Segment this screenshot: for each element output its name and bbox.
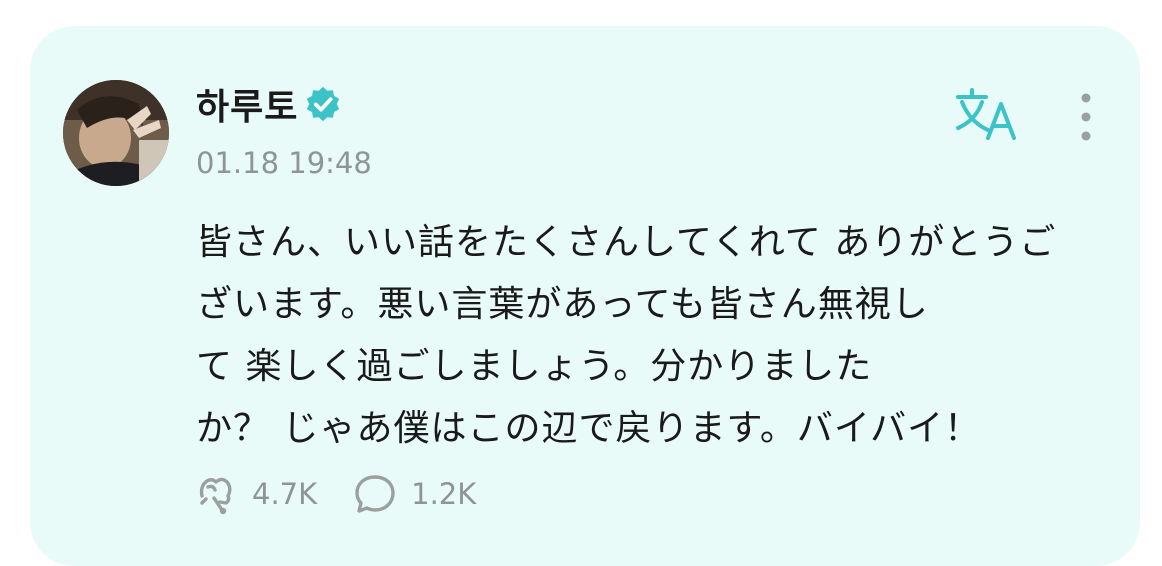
more-vertical-icon[interactable]: [1074, 92, 1098, 142]
comment-count: 1.2K: [411, 477, 477, 511]
like-icon: [199, 477, 232, 515]
author-row: 하루토: [196, 78, 342, 130]
post-text: 皆さん、いい話をたくさんしてくれて ありがとうご ざいます。悪い言葉があっても皆…: [196, 212, 1096, 460]
post-text-line: て 楽しく過ごしましょう。分かりました: [196, 346, 873, 387]
author-name[interactable]: 하루토: [196, 78, 298, 130]
post-text-line: ざいます。悪い言葉があっても皆さん無視し: [196, 284, 929, 325]
post-text-line: か？ じゃあ僕はこの辺で戻ります。バイバイ！: [196, 408, 982, 449]
avatar-image: [63, 80, 169, 186]
verified-badge-icon: [307, 86, 340, 122]
avatar[interactable]: [63, 80, 169, 186]
post-actions: 4.7K 1.2K: [194, 472, 476, 516]
comment-button[interactable]: 1.2K: [353, 472, 476, 516]
comment-bubble-icon: [355, 475, 395, 513]
translate-icon[interactable]: [954, 88, 1020, 142]
post-timestamp: 01.18 19:48: [196, 146, 372, 180]
like-count: 4.7K: [252, 477, 318, 511]
post-text-line: 皆さん、いい話をたくさんしてくれて ありがとうご: [196, 222, 1057, 263]
post-card: 하루토 01.18 19:48 皆さん、いい話をたくさんしてくれて ありがとうご…: [30, 26, 1140, 566]
like-button[interactable]: 4.7K: [194, 472, 317, 516]
